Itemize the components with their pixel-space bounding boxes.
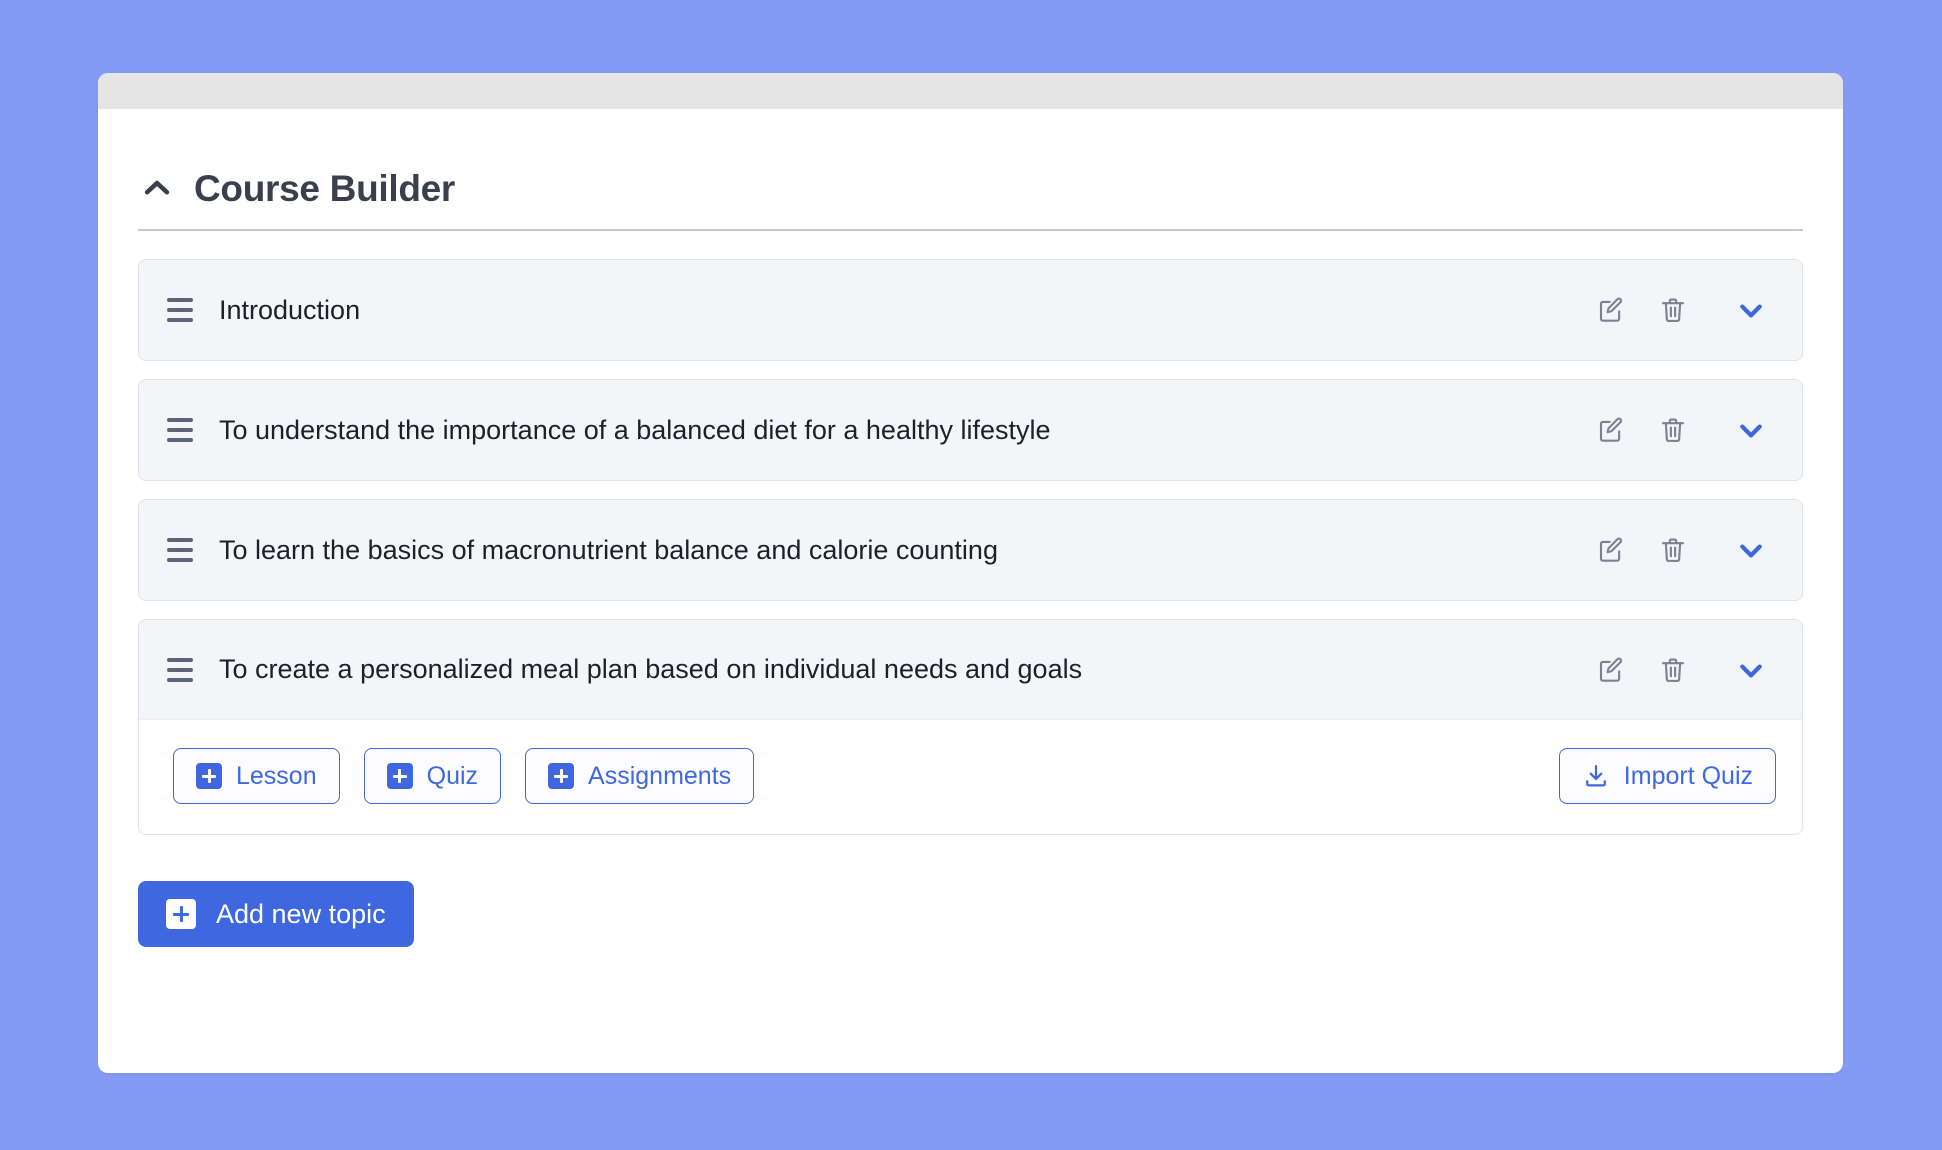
topic-actions: [1594, 413, 1776, 447]
add-new-topic-label: Add new topic: [216, 898, 386, 929]
course-builder-header: Course Builder: [138, 109, 1803, 229]
trash-icon[interactable]: [1656, 293, 1690, 327]
plus-square-icon: [386, 763, 413, 789]
trash-icon[interactable]: [1656, 413, 1690, 447]
chevron-down-icon[interactable]: [1734, 653, 1768, 687]
topic-title: To understand the importance of a balanc…: [219, 414, 1051, 445]
topic-item[interactable]: Introduction: [138, 259, 1803, 361]
add-lesson-label: Lesson: [236, 761, 317, 790]
topic-item-expanded[interactable]: To create a personalized meal plan based…: [138, 619, 1803, 835]
edit-icon[interactable]: [1594, 533, 1628, 567]
add-assignments-label: Assignments: [588, 761, 732, 790]
drag-handle-icon[interactable]: [167, 295, 197, 325]
topic-header[interactable]: To create a personalized meal plan based…: [139, 620, 1802, 720]
topic-header[interactable]: Introduction: [139, 260, 1802, 360]
edit-icon[interactable]: [1594, 413, 1628, 447]
chevron-down-icon[interactable]: [1734, 293, 1768, 327]
header-divider: [138, 229, 1803, 231]
chevron-down-icon[interactable]: [1734, 533, 1768, 567]
add-lesson-button[interactable]: Lesson: [173, 748, 340, 804]
topic-list: Introduction To understand the importanc…: [138, 259, 1803, 835]
topic-title: Introduction: [219, 294, 361, 325]
topic-title: To learn the basics of macronutrient bal…: [219, 534, 998, 565]
topic-title: To create a personalized meal plan based…: [219, 654, 1083, 684]
card-top-strip: [98, 73, 1843, 109]
topic-actions: [1594, 653, 1776, 687]
add-quiz-button[interactable]: Quiz: [363, 748, 502, 804]
trash-icon[interactable]: [1656, 533, 1690, 567]
add-new-topic-button[interactable]: Add new topic: [138, 881, 414, 947]
add-assignments-button[interactable]: Assignments: [525, 748, 755, 804]
trash-icon[interactable]: [1656, 653, 1690, 687]
topic-item[interactable]: To learn the basics of macronutrient bal…: [138, 499, 1803, 601]
content-type-buttons: Lesson Quiz Assignments: [173, 748, 755, 804]
chevron-down-icon[interactable]: [1734, 413, 1768, 447]
course-builder-card: Course Builder Introduction To understan…: [98, 73, 1843, 1073]
drag-handle-icon[interactable]: [167, 535, 197, 565]
topic-actions: [1594, 293, 1776, 327]
chevron-up-icon[interactable]: [138, 169, 176, 207]
card-footer: Add new topic: [138, 835, 1803, 947]
topic-item[interactable]: To understand the importance of a balanc…: [138, 379, 1803, 481]
add-quiz-label: Quiz: [426, 761, 479, 790]
topic-expanded-body: Lesson Quiz Assignments Import Quiz: [139, 720, 1802, 834]
edit-icon[interactable]: [1594, 653, 1628, 687]
plus-square-icon: [166, 899, 196, 929]
import-quiz-label: Import Quiz: [1623, 761, 1753, 790]
drag-handle-icon[interactable]: [167, 415, 197, 445]
plus-square-icon: [196, 763, 222, 789]
edit-icon[interactable]: [1594, 293, 1628, 327]
page-title: Course Builder: [194, 167, 456, 209]
drag-handle-icon[interactable]: [167, 655, 197, 685]
card-body: Course Builder Introduction To understan…: [98, 109, 1843, 947]
plus-square-icon: [548, 763, 575, 789]
topic-header[interactable]: To understand the importance of a balanc…: [139, 380, 1802, 480]
topic-actions: [1594, 533, 1776, 567]
download-icon: [1582, 762, 1610, 790]
topic-header[interactable]: To learn the basics of macronutrient bal…: [139, 500, 1802, 600]
import-quiz-button[interactable]: Import Quiz: [1558, 748, 1776, 804]
